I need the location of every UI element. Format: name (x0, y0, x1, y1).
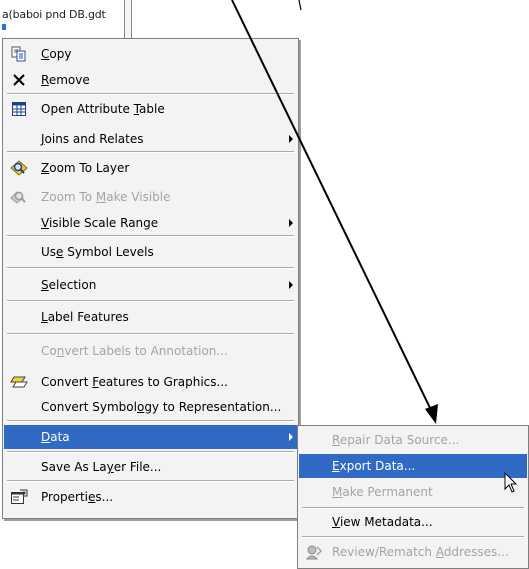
menu-item-properties[interactable]: Properties... (4, 485, 297, 509)
zoom-to-layer-icon (10, 159, 28, 177)
menu-separator (7, 333, 294, 335)
menu-separator (302, 507, 524, 509)
toc-scrollbar[interactable] (124, 0, 132, 38)
menu-item-label: Convert Symbology to Representation... (41, 400, 282, 414)
menu-item-label: Remove (41, 73, 90, 87)
menu-item-export-data[interactable]: Export Data... (299, 454, 527, 478)
menu-item-label: Zoom To Make Visible (41, 190, 171, 204)
layer-context-menu: Copy Remove Open Attribute Table Joins and … (2, 38, 299, 519)
menu-item-label: Open Attribute Table (41, 102, 165, 116)
menu-separator (7, 451, 294, 453)
menu-separator (7, 267, 294, 269)
submenu-arrow-icon (289, 281, 293, 289)
menu-item-label: Make Permanent (332, 485, 433, 499)
attribute-table-icon (10, 100, 28, 118)
review-rematch-icon (305, 543, 323, 561)
menu-item-use-symbol-levels[interactable]: Use Symbol Levels (4, 240, 297, 264)
remove-x-icon (10, 71, 28, 89)
menu-item-label: Convert Labels to Annotation... (41, 344, 228, 358)
menu-item-view-metadata[interactable]: View Metadata... (299, 510, 527, 534)
menu-item-review-rematch-addresses: Review/Rematch Addresses... (299, 540, 527, 564)
menu-separator (7, 151, 294, 153)
menu-item-zoom-to-make-visible: Zoom To Make Visible (4, 185, 297, 209)
menu-item-label: Save As Layer File... (41, 460, 162, 474)
menu-separator (7, 480, 294, 482)
convert-graphics-icon (10, 373, 28, 391)
menu-item-label: Joins and Relates (41, 132, 144, 146)
menu-item-label: Repair Data Source... (332, 433, 460, 447)
copy-icon (10, 45, 28, 63)
menu-separator (7, 93, 294, 95)
menu-item-convert-features-to-graphics[interactable]: Convert Features to Graphics... (4, 370, 297, 394)
menu-item-label-features[interactable]: Label Features (4, 305, 297, 329)
menu-item-label: Label Features (41, 310, 129, 324)
menu-item-repair-data-source: Repair Data Source... (299, 428, 527, 452)
submenu-arrow-icon (289, 135, 293, 143)
toc-background: a(baboi pnd DB.gdt (0, 0, 112, 38)
menu-item-data[interactable]: Data (4, 425, 297, 449)
menu-item-selection[interactable]: Selection (4, 273, 297, 297)
annotation-arrowhead (425, 404, 438, 424)
menu-item-visible-scale-range[interactable]: Visible Scale Range (4, 211, 297, 235)
menu-item-label: Use Symbol Levels (41, 245, 154, 259)
menu-item-zoom-to-layer[interactable]: Zoom To Layer (4, 156, 297, 180)
menu-item-copy[interactable]: Copy (4, 42, 297, 66)
zoom-to-visible-icon (10, 188, 28, 206)
menu-item-label: Zoom To Layer (41, 161, 130, 175)
menu-item-label: Export Data... (332, 459, 416, 473)
menu-item-label: Selection (41, 278, 97, 292)
menu-item-label: Convert Features to Graphics... (41, 375, 228, 389)
menu-item-joins-and-relates[interactable]: Joins and Relates (4, 127, 297, 151)
data-submenu: Repair Data Source... Export Data... Make … (297, 425, 529, 569)
submenu-arrow-icon (289, 433, 293, 441)
menu-item-convert-symbology-to-representation[interactable]: Convert Symbology to Representation... (4, 395, 297, 419)
selection-marker (2, 24, 6, 30)
menu-item-label: Properties... (41, 490, 114, 504)
mouse-cursor-icon (504, 472, 518, 493)
menu-separator (7, 235, 294, 237)
submenu-arrow-icon (289, 219, 293, 227)
menu-separator (7, 420, 294, 422)
menu-separator (302, 536, 524, 538)
menu-separator (7, 300, 294, 302)
menu-item-open-attribute-table[interactable]: Open Attribute Table (4, 97, 297, 121)
layer-name-text: a(baboi pnd DB.gdt (2, 8, 106, 21)
menu-item-save-as-layer-file[interactable]: Save As Layer File... (4, 455, 297, 479)
menu-item-label: View Metadata... (332, 515, 433, 529)
menu-item-label: Data (41, 430, 70, 444)
menu-item-label: Copy (41, 47, 72, 61)
menu-item-label: Visible Scale Range (41, 216, 159, 230)
menu-item-label: Review/Rematch Addresses... (332, 545, 509, 559)
menu-item-make-permanent: Make Permanent (299, 480, 527, 504)
annotation-stub-line (298, 0, 302, 11)
menu-item-remove[interactable]: Remove (4, 68, 297, 92)
menu-item-convert-labels-to-annotation: Convert Labels to Annotation... (4, 339, 297, 363)
properties-icon (10, 488, 28, 506)
